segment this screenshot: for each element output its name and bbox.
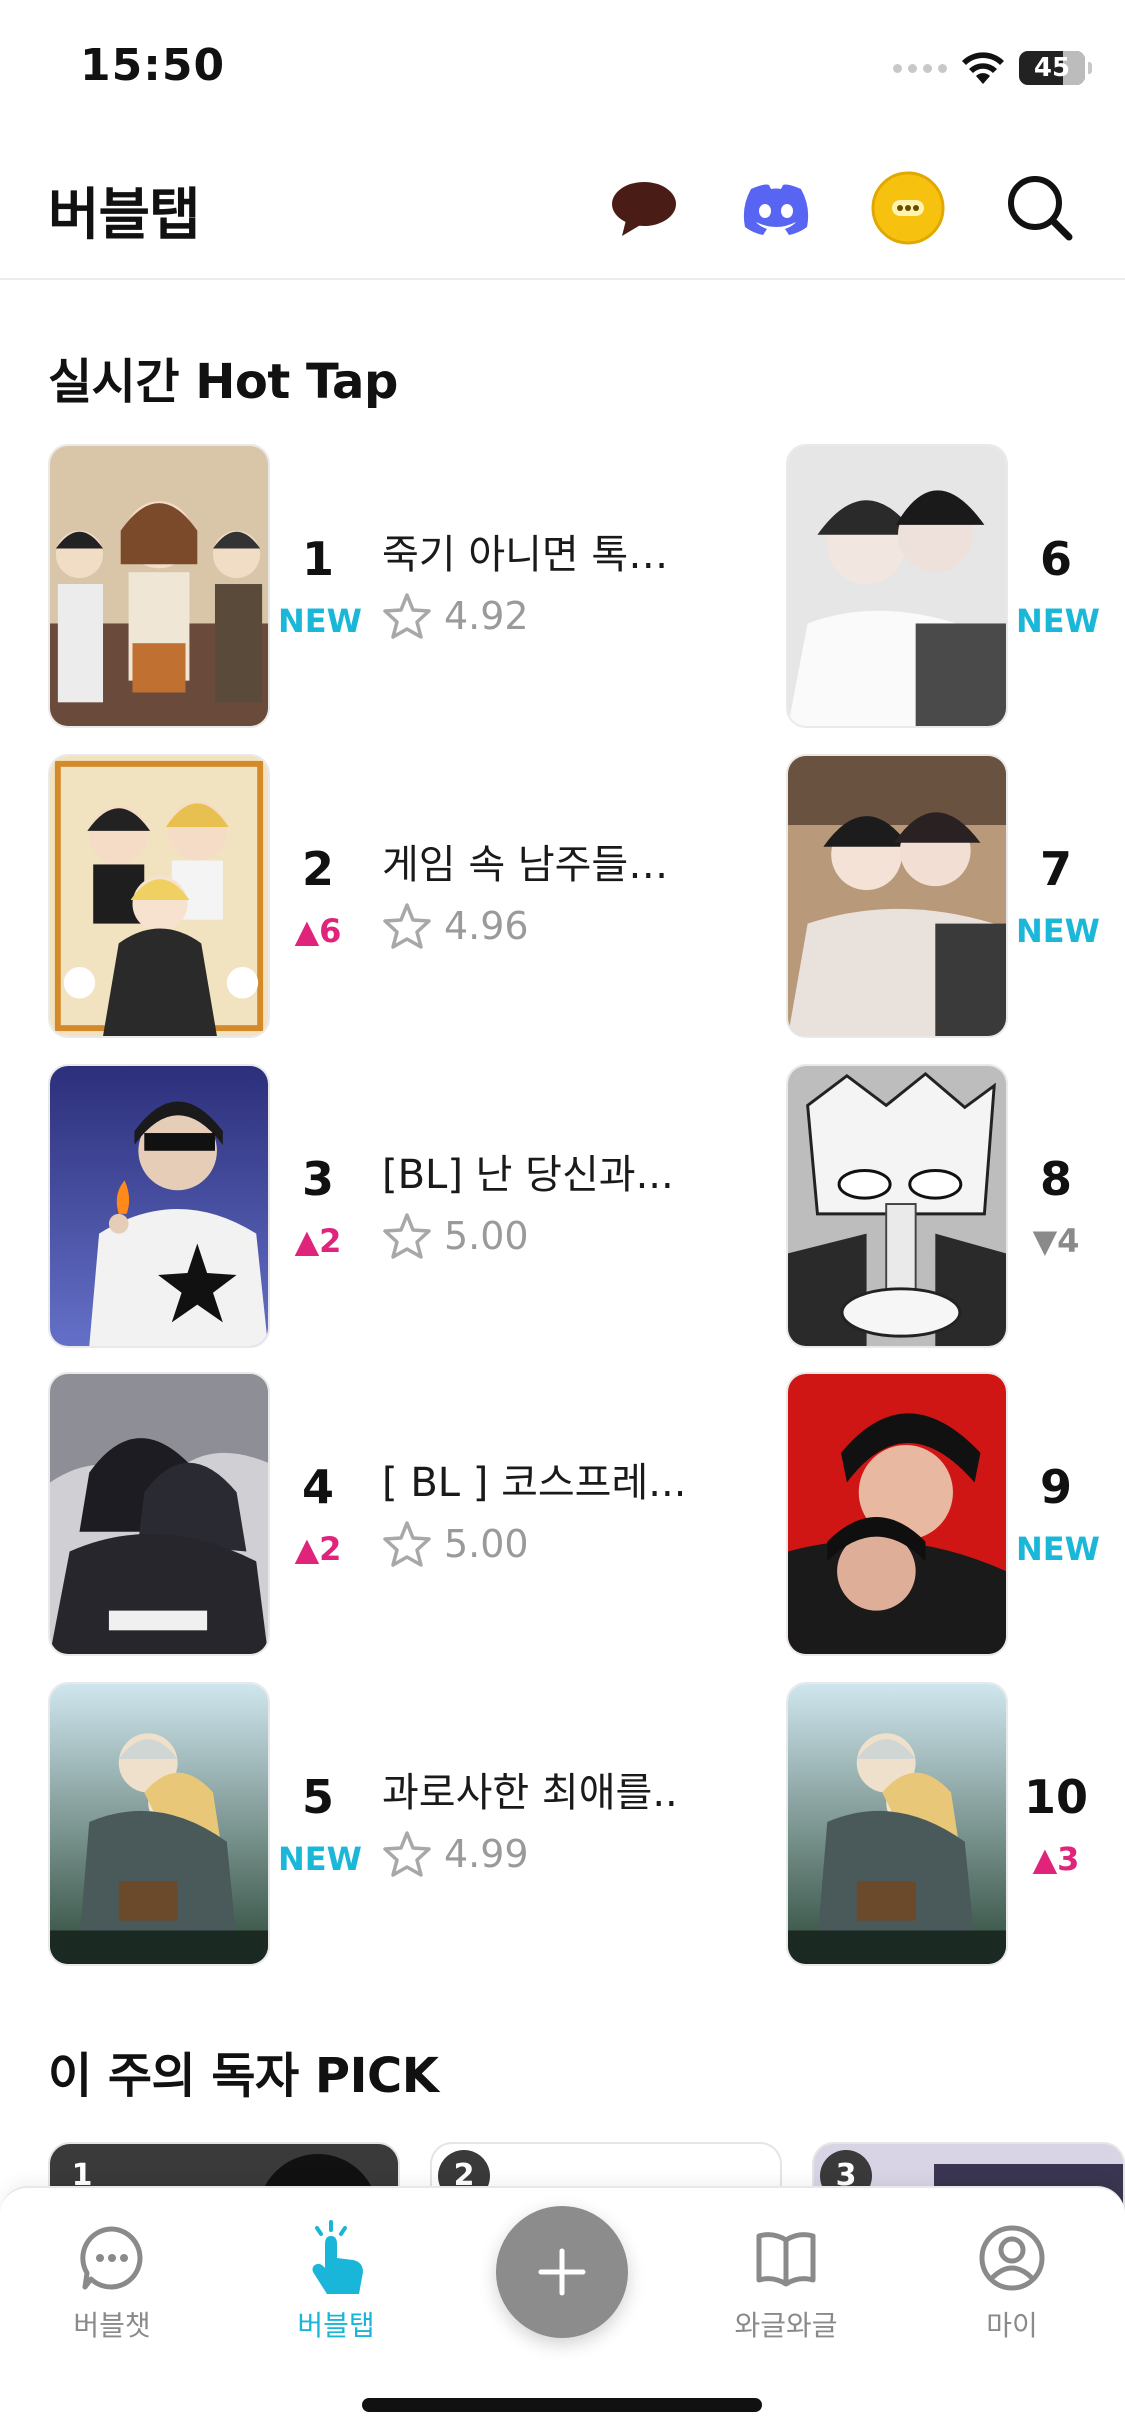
rank-change-badge: ▲3: [1032, 1840, 1080, 1878]
cellular-signal-icon: [893, 63, 947, 73]
rank-change-badge: ▼4: [1032, 1222, 1080, 1260]
rank-number: 1: [301, 532, 334, 586]
rating-value: 5.00: [444, 1522, 529, 1566]
rank-item-10[interactable]: 10 ▲3: [786, 1682, 1125, 1966]
rating-value: 4.96: [444, 904, 529, 948]
page-title: 버블탭: [48, 183, 201, 248]
rank-number: 5: [301, 1770, 334, 1824]
webtoon-thumbnail: [48, 1064, 270, 1348]
star-icon: [383, 903, 431, 949]
star-icon: [383, 1213, 431, 1259]
webtoon-title: 게임 속 남주들…: [382, 842, 669, 888]
webtoon-thumbnail: [48, 1682, 270, 1966]
webtoon-title: [ BL ] 코스프레...: [382, 1460, 682, 1506]
rank-number: 3: [301, 1152, 334, 1206]
webtoon-thumbnail: [786, 444, 1008, 728]
battery-icon: 45: [1019, 51, 1092, 85]
rank-number: 2: [301, 842, 334, 896]
battery-level: 45: [1033, 53, 1071, 83]
rank-change-badge: ▲2: [294, 1530, 342, 1568]
tap-hand-icon: [256, 2218, 416, 2298]
status-time: 15:50: [80, 40, 226, 91]
rating: 5.00: [382, 1212, 529, 1260]
rank-number: 4: [301, 1460, 334, 1514]
section-title-weekly-pick: 이 주의 독자 PICK: [48, 2048, 439, 2104]
nav-label: 와글와글: [734, 2309, 838, 2342]
app-header: 버블탭: [0, 140, 1125, 280]
rating: 4.92: [382, 592, 529, 640]
rank-item-2[interactable]: 2 ▲6 게임 속 남주들… 4.96: [48, 754, 668, 1038]
rating-value: 5.00: [444, 1214, 529, 1258]
rank-change-badge: NEW: [1016, 912, 1100, 950]
rating-value: 4.92: [444, 594, 529, 638]
section-title-hot-tap: 실시간 Hot Tap: [48, 354, 398, 410]
create-fab-button[interactable]: [496, 2206, 628, 2338]
book-icon: [706, 2218, 866, 2298]
rank-item-1[interactable]: 1 NEW 죽기 아니면 톡… 4.92: [48, 444, 668, 728]
rank-number: 10: [1023, 1770, 1088, 1824]
nav-label: 버블탭: [297, 2309, 375, 2342]
star-icon: [383, 1521, 431, 1567]
webtoon-thumbnail: [786, 1682, 1008, 1966]
nav-tab-bubble-chat[interactable]: 버블챗: [32, 2218, 192, 2358]
rating-value: 4.99: [444, 1832, 529, 1876]
rank-number: 6: [1039, 532, 1072, 586]
webtoon-title: [BL] 난 당신과...: [382, 1152, 674, 1198]
rank-change-badge: NEW: [278, 602, 362, 640]
status-indicators: 45: [893, 48, 1092, 88]
webtoon-title: 죽기 아니면 톡…: [382, 532, 669, 578]
emoji-face-icon[interactable]: [868, 168, 948, 248]
rank-number: 8: [1039, 1152, 1072, 1206]
rating: 5.00: [382, 1520, 529, 1568]
webtoon-title: 과로사한 최애를...: [382, 1770, 682, 1816]
webtoon-thumbnail: [48, 1372, 270, 1656]
nav-tab-my[interactable]: 마이: [932, 2218, 1092, 2358]
status-bar: 15:50 45: [0, 0, 1125, 140]
rank-number: 7: [1039, 842, 1072, 896]
chat-bubble-icon[interactable]: [604, 168, 684, 248]
rank-change-badge: NEW: [278, 1840, 362, 1878]
nav-tab-waggle[interactable]: 와글와글: [706, 2218, 866, 2358]
rating: 4.96: [382, 902, 529, 950]
wifi-icon: [962, 52, 1004, 84]
rank-item-7[interactable]: 7 NEW: [786, 754, 1125, 1038]
rank-item-6[interactable]: 6 NEW: [786, 444, 1125, 728]
nav-tab-bubble-tap[interactable]: 버블탭: [256, 2218, 416, 2358]
plus-icon: [538, 2248, 586, 2296]
search-icon[interactable]: [1000, 168, 1080, 248]
rank-change-badge: ▲2: [294, 1222, 342, 1260]
chat-dots-icon: [32, 2218, 192, 2298]
rating: 4.99: [382, 1830, 529, 1878]
rank-number: 9: [1039, 1460, 1072, 1514]
star-icon: [383, 1831, 431, 1877]
webtoon-thumbnail: [48, 754, 270, 1038]
rank-change-badge: NEW: [1016, 1530, 1100, 1568]
rank-item-8[interactable]: 8 ▼4: [786, 1064, 1125, 1348]
rank-item-3[interactable]: 3 ▲2 [BL] 난 당신과... 5.00: [48, 1064, 674, 1348]
rank-item-4[interactable]: 4 ▲2 [ BL ] 코스프레... 5.00: [48, 1372, 682, 1656]
webtoon-thumbnail: [48, 444, 270, 728]
discord-icon[interactable]: [736, 168, 816, 248]
app-screen: 15:50 45 버블탭 실시간 Hot Tap 1 NEW 죽기 아니면 톡……: [0, 0, 1125, 2436]
nav-label: 버블챗: [73, 2309, 151, 2342]
webtoon-thumbnail: [786, 1064, 1008, 1348]
webtoon-thumbnail: [786, 754, 1008, 1038]
home-indicator: [362, 2398, 762, 2412]
rank-item-5[interactable]: 5 NEW 과로사한 최애를... 4.99: [48, 1682, 682, 1966]
rank-change-badge: NEW: [1016, 602, 1100, 640]
rank-item-9[interactable]: 9 NEW: [786, 1372, 1125, 1656]
nav-label: 마이: [986, 2309, 1038, 2342]
webtoon-thumbnail: [786, 1372, 1008, 1656]
profile-icon: [932, 2218, 1092, 2298]
star-icon: [383, 593, 431, 639]
rank-change-badge: ▲6: [294, 912, 342, 950]
